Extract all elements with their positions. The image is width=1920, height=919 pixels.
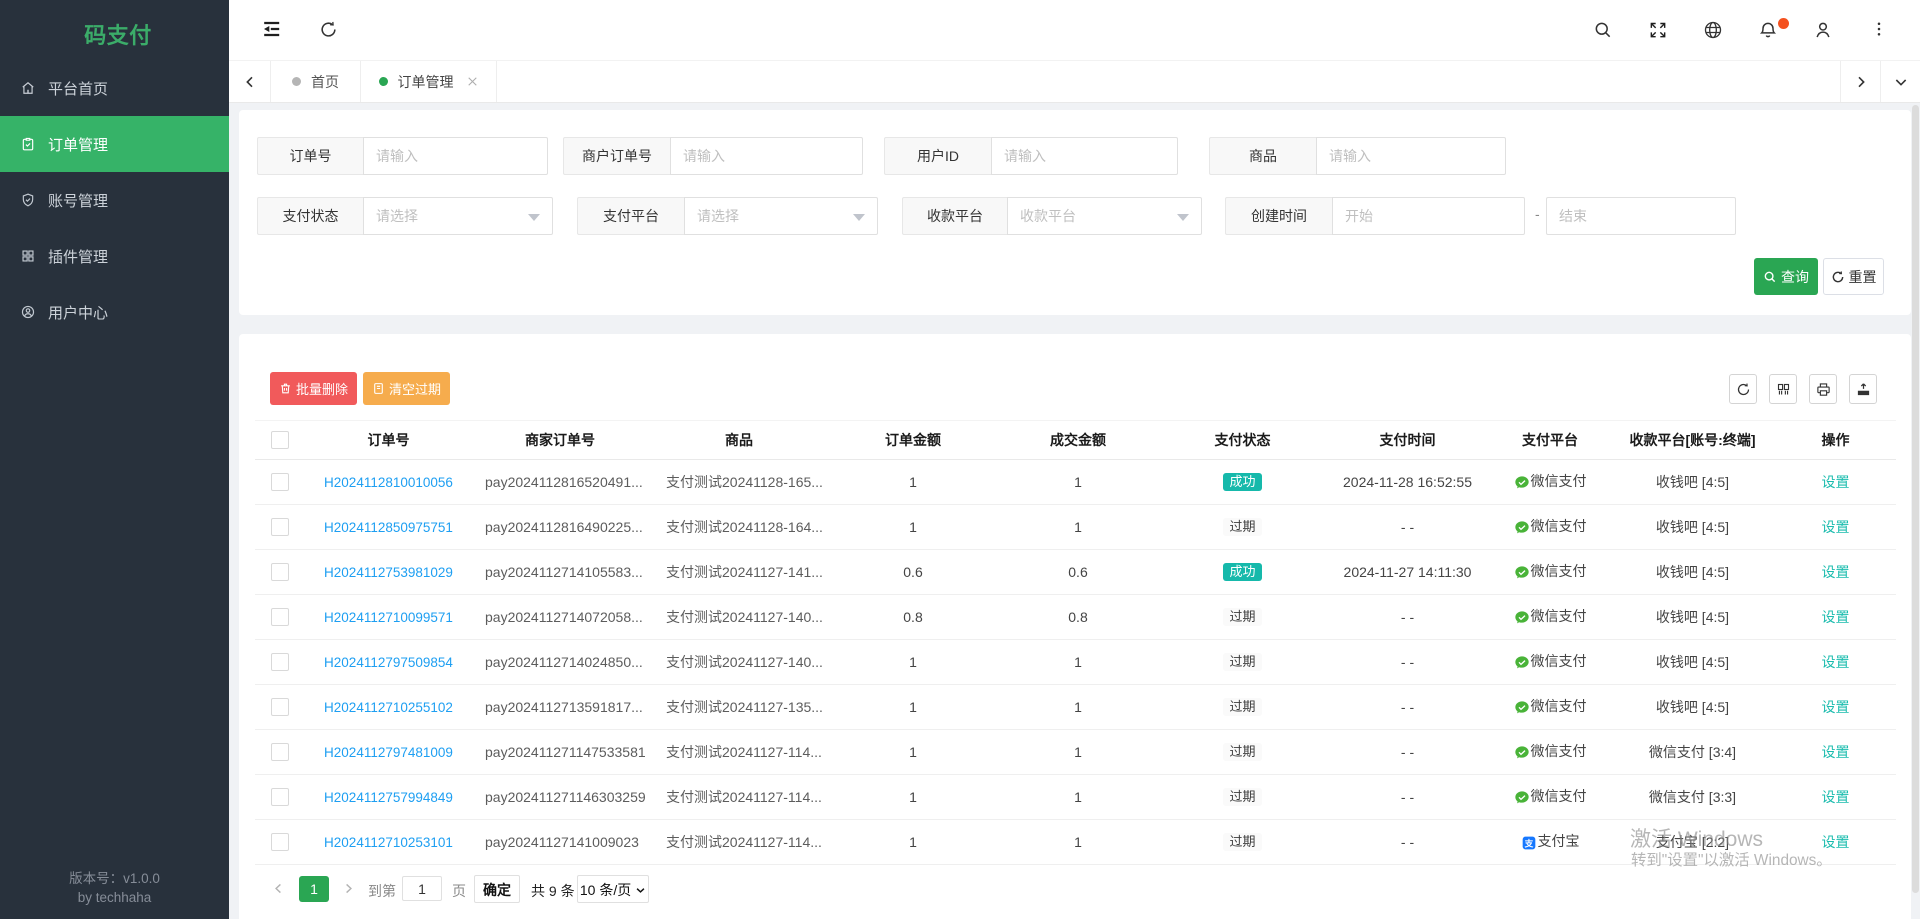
svg-text:支: 支 — [1523, 837, 1533, 848]
